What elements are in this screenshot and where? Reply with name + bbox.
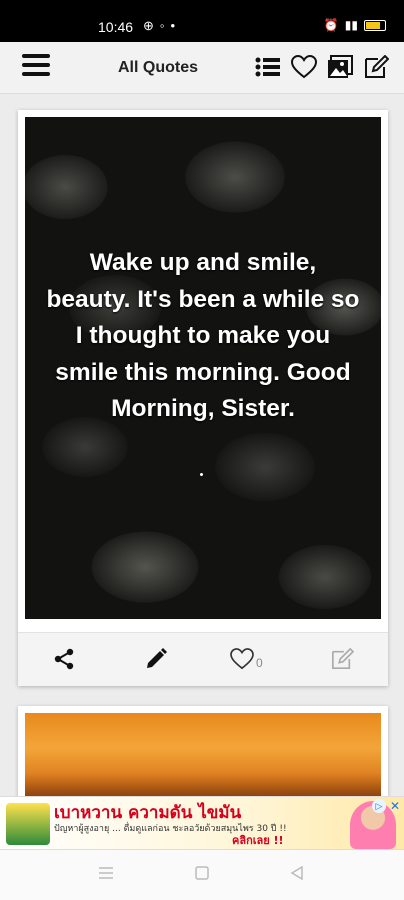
status-time: 10:46	[98, 19, 134, 35]
ad-cta[interactable]: คลิกเลย !!	[232, 831, 284, 849]
status-right-icons: ⏰ ▮▮	[324, 18, 386, 32]
quote-dot	[200, 473, 203, 476]
edit-icon[interactable]	[362, 53, 390, 81]
quote-card-2[interactable]	[18, 706, 388, 806]
quote-card[interactable]: Wake up and smile, beauty. It's been a w…	[18, 110, 388, 686]
page-title: All Quotes	[118, 59, 199, 76]
back-nav-icon[interactable]	[290, 865, 304, 885]
heart-icon[interactable]	[290, 53, 318, 81]
edit-quote-button[interactable]	[144, 645, 168, 673]
gallery-icon[interactable]	[326, 53, 354, 81]
like-count: 0	[256, 656, 263, 670]
message-icon: ⊕	[143, 18, 160, 33]
signal-icon: ▮▮	[344, 18, 358, 32]
ad-close-icon[interactable]: ✕	[388, 799, 402, 813]
home-nav-icon[interactable]	[195, 866, 209, 885]
alarm-icon: ⏰	[323, 18, 339, 32]
system-nav-bar	[0, 850, 404, 900]
quote-image-2[interactable]	[25, 713, 381, 806]
like-button[interactable]: 0	[230, 645, 263, 673]
ad-info-icon[interactable]: ▷	[372, 799, 386, 813]
edit-box-button[interactable]	[330, 645, 354, 673]
notification-dot-icon: •	[170, 18, 182, 33]
app-bar-actions	[254, 53, 390, 81]
battery-icon	[364, 19, 386, 31]
notification-icon: ◦	[159, 18, 171, 33]
menu-nav-icon[interactable]	[98, 866, 114, 885]
list-icon[interactable]	[254, 53, 282, 81]
quote-text: Wake up and smile, beauty. It's been a w…	[46, 249, 360, 422]
share-icon	[54, 648, 74, 670]
status-left-icons: ⊕◦•	[143, 18, 181, 34]
heart-outline-icon	[230, 648, 254, 670]
pencil-icon	[147, 648, 167, 668]
edit-box-icon	[332, 648, 354, 669]
card-actions: 0	[18, 632, 388, 686]
ad-product-image	[6, 803, 50, 845]
app-bar: All Quotes	[0, 42, 404, 94]
ad-banner[interactable]: เบาหวาน ความดัน ไขมัน ปัญหาผู้สูงอายุ ..…	[0, 796, 404, 850]
status-bar: 10:46 ⊕◦• ⏰ ▮▮	[0, 0, 404, 42]
quote-image[interactable]: Wake up and smile, beauty. It's been a w…	[25, 117, 381, 619]
share-button[interactable]	[52, 645, 76, 673]
hamburger-menu-icon[interactable]	[22, 54, 50, 78]
